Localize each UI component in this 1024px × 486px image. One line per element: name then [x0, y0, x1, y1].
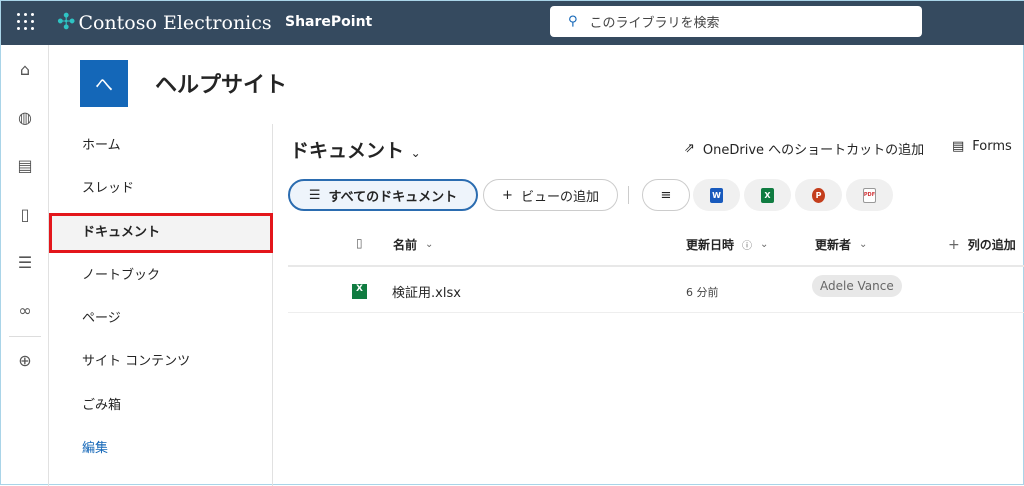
nav-pages[interactable]: ページ [49, 299, 273, 339]
forms-label: Forms [972, 139, 1012, 154]
filter-icon: ≡ [660, 187, 672, 203]
nav-threads[interactable]: スレッド [49, 169, 273, 209]
divider [9, 336, 41, 337]
new-powerpoint-button[interactable]: P [795, 179, 842, 211]
onedrive-shortcut-button[interactable]: ⇗ OneDrive へのショートカットの追加 [684, 139, 924, 158]
file-modified: 6 分前 [686, 286, 719, 299]
library-title[interactable]: ドキュメント ⌄ [290, 136, 421, 163]
news-icon[interactable]: ▤ [15, 156, 35, 176]
suite-header: ✣ Contoso Electronics SharePoint ⚲ このライブラリ… [1, 1, 1024, 45]
document-icon[interactable]: ▯ [15, 205, 35, 225]
column-name[interactable]: 名前 ⌄ [393, 236, 433, 253]
column-modified[interactable]: 更新日時 ⓘ ⌄ [686, 236, 768, 253]
powerpoint-icon: P [812, 187, 825, 203]
chevron-down-icon: ⌄ [425, 239, 434, 250]
nav-home[interactable]: ホーム [49, 126, 273, 166]
add-view-button[interactable]: + ビューの追加 [483, 179, 618, 211]
app-name[interactable]: SharePoint [285, 14, 372, 30]
pdf-icon: PDF [863, 187, 876, 203]
globe-icon[interactable]: ◍ [15, 108, 35, 128]
create-icon[interactable]: ⊕ [15, 351, 35, 371]
onedrive-shortcut-label: OneDrive へのショートカットの追加 [702, 143, 925, 158]
search-icon: ⚲ [568, 14, 578, 29]
nav-notebook[interactable]: ノートブック [49, 256, 273, 296]
site-logo[interactable]: へ [80, 60, 128, 107]
shortcut-icon: ⇗ [684, 141, 695, 156]
column-name-label: 名前 [393, 238, 418, 252]
column-modified-label: 更新日時 [686, 238, 735, 252]
site-title[interactable]: ヘルプサイト [155, 67, 287, 99]
word-icon: W [710, 187, 723, 203]
library-title-text: ドキュメント [290, 140, 405, 162]
file-type-header[interactable]: ▯ [356, 236, 363, 250]
brand-name: Contoso Electronics [78, 11, 272, 34]
excel-icon: X [761, 187, 774, 203]
filter-button[interactable]: ≡ [642, 179, 690, 211]
lists-icon[interactable]: ☰ [15, 253, 35, 273]
new-pdf-button[interactable]: PDF [846, 179, 893, 211]
loop-icon[interactable]: ∞ [15, 301, 35, 321]
chevron-down-icon: ⌄ [410, 146, 421, 160]
view-all-documents[interactable]: ☰ すべてのドキュメント [288, 179, 478, 211]
divider [628, 186, 629, 204]
list-icon: ☰ [308, 187, 321, 203]
nav-documents[interactable]: ドキュメント [49, 213, 273, 253]
column-modified-by-label: 更新者 [815, 238, 852, 252]
app-launcher-icon[interactable] [17, 13, 35, 31]
nav-edit[interactable]: 編集 [49, 429, 273, 469]
app-bar: ⌂ ◍ ▤ ▯ ☰ ∞ ⊕ [1, 45, 49, 486]
chevron-down-icon: ⌄ [760, 239, 769, 250]
row-divider [288, 312, 1024, 313]
document-library: ドキュメント ⌄ ⇗ OneDrive へのショートカットの追加 ▤ Forms ☰… [288, 124, 1024, 486]
nav-site-contents[interactable]: サイト コンテンツ [49, 342, 273, 382]
site-logo-letter: へ [95, 74, 113, 96]
add-column-label: 列の追加 [967, 238, 1016, 252]
add-view-label: ビューの追加 [520, 189, 599, 205]
excel-file-icon: X [352, 284, 367, 299]
brand-logo[interactable]: ✣ Contoso Electronics [57, 10, 272, 35]
plus-icon: + [948, 236, 960, 253]
forms-button[interactable]: ▤ Forms [952, 139, 1012, 154]
home-icon[interactable]: ⌂ [15, 60, 35, 80]
chevron-down-icon: ⌄ [859, 239, 868, 250]
column-modified-by[interactable]: 更新者 ⌄ [815, 236, 867, 253]
new-excel-button[interactable]: X [744, 179, 791, 211]
view-all-label: すべてのドキュメント [328, 189, 458, 205]
nav-recycle-bin[interactable]: ごみ箱 [49, 386, 273, 426]
file-name[interactable]: 検証用.xlsx [392, 282, 461, 301]
search-input[interactable]: ⚲ このライブラリを検索 [550, 6, 922, 37]
info-icon: ⓘ [742, 241, 753, 252]
header-divider [288, 265, 1024, 267]
add-column-button[interactable]: + 列の追加 [948, 236, 1016, 253]
new-word-button[interactable]: W [693, 179, 740, 211]
file-icon: ▯ [356, 236, 363, 250]
forms-icon: ▤ [952, 139, 965, 154]
modified-by-badge[interactable]: Adele Vance [812, 275, 902, 297]
search-placeholder: このライブラリを検索 [589, 16, 720, 31]
plus-icon: + [502, 187, 513, 203]
site-navigation: ホーム スレッド ドキュメント ノートブック ページ サイト コンテンツ ごみ箱… [49, 124, 273, 486]
logo-icon: ✣ [57, 10, 76, 35]
